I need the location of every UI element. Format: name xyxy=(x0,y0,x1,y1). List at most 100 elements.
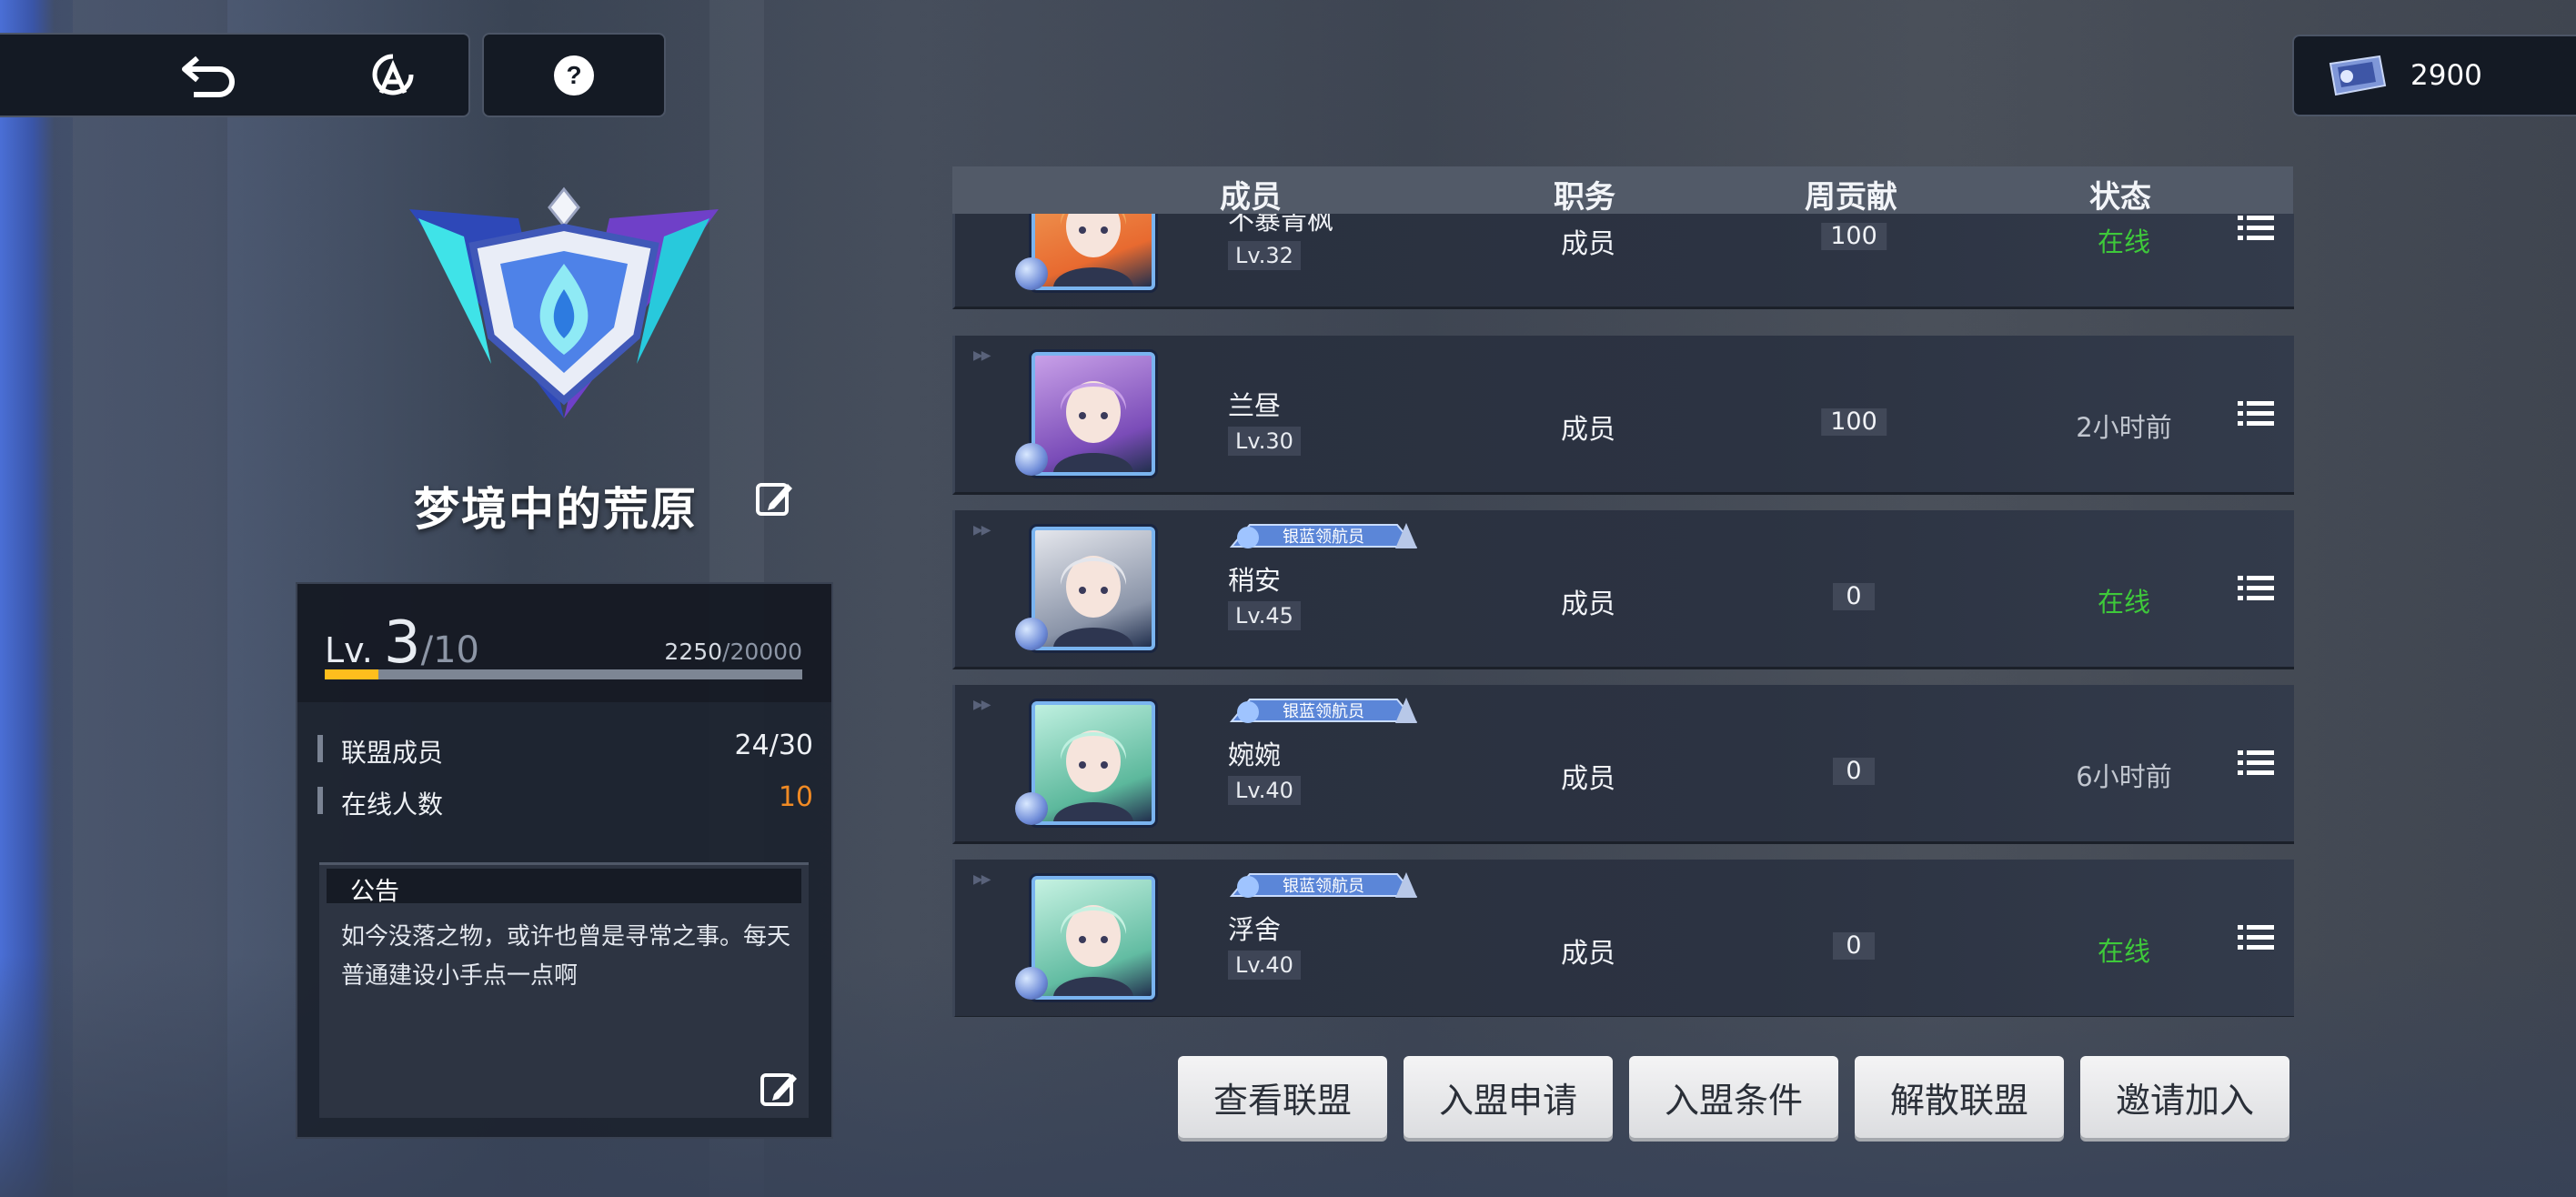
member-level: Lv.32 xyxy=(1228,241,1301,270)
list-menu-icon xyxy=(2238,925,2274,950)
avatar-portrait-icon xyxy=(1053,214,1133,287)
member-level: Lv.40 xyxy=(1228,776,1301,805)
level-block: Lv. 3/10 2250/20000 xyxy=(297,584,831,702)
edit-name-icon[interactable] xyxy=(755,478,795,518)
member-contribution: 0 xyxy=(1833,758,1875,785)
top-nav-bar xyxy=(0,33,470,117)
notice-box: 公告 如今没落之物，或许也曾是寻常之事。每天普通建设小手点一点啊 xyxy=(319,862,809,1118)
member-contribution: 0 xyxy=(1833,932,1875,960)
member-menu-button[interactable] xyxy=(2218,336,2294,492)
member-row[interactable]: ▶▶ 银蓝领航员 稍安 Lv.45 成员 0 在线 xyxy=(952,510,2294,669)
avatar-portrait-icon xyxy=(1053,730,1133,821)
member-avatar[interactable] xyxy=(1031,352,1155,476)
bubble-icon xyxy=(1015,967,1048,1000)
back-button[interactable] xyxy=(155,35,264,116)
stat-value: 24/30 xyxy=(734,729,813,761)
badge-text: 银蓝领航员 xyxy=(1283,877,1364,896)
member-menu-button[interactable] xyxy=(2218,860,2294,1016)
stat-marker xyxy=(317,787,323,814)
notice-title: 公告 xyxy=(350,878,399,906)
member-name: 稍安 xyxy=(1228,565,1282,596)
join-requests-button[interactable]: 入盟申请 xyxy=(1404,1056,1613,1138)
row-arrow-icon: ▶▶ xyxy=(973,348,991,363)
member-row[interactable]: ▶▶ 银蓝领航员 浮舍 Lv.40 成员 0 在线 xyxy=(952,860,2294,1017)
member-contribution: 0 xyxy=(1833,583,1875,610)
alliance-home-button[interactable] xyxy=(338,35,448,116)
member-row[interactable]: ▶▶不暴青枫Lv.32成员100在线 xyxy=(952,214,2294,309)
member-table-header: 成员 职务 周贡献 状态 xyxy=(952,166,2293,216)
stat-label: 在线人数 xyxy=(341,790,444,820)
currency-amount: 2900 xyxy=(2410,59,2482,92)
level-max: /10 xyxy=(420,629,479,671)
back-arrow-icon xyxy=(182,55,235,97)
member-menu-button[interactable] xyxy=(2218,510,2294,667)
list-menu-icon xyxy=(2238,750,2274,775)
help-icon: ? xyxy=(554,55,594,96)
invite-button[interactable]: 邀请加入 xyxy=(2080,1056,2289,1138)
avatar-portrait-icon xyxy=(1053,381,1133,472)
member-avatar[interactable] xyxy=(1031,214,1155,290)
alliance-emblem xyxy=(409,186,719,418)
stat-marker xyxy=(317,735,323,762)
badge-text: 银蓝领航员 xyxy=(1283,528,1364,547)
list-menu-icon xyxy=(2238,216,2274,240)
member-role: 成员 xyxy=(1561,763,1615,795)
member-row[interactable]: ▶▶ 银蓝领航员 婉婉 Lv.40 成员 0 6小时前 xyxy=(952,685,2294,844)
member-level: Lv.40 xyxy=(1228,951,1301,980)
bubble-icon xyxy=(1015,618,1048,650)
member-avatar[interactable] xyxy=(1031,527,1155,650)
notice-text: 如今没落之物，或许也曾是寻常之事。每天普通建设小手点一点啊 xyxy=(341,923,791,990)
level-value: 3 xyxy=(383,609,421,677)
header-status: 状态 xyxy=(2089,179,2151,216)
member-level: Lv.30 xyxy=(1228,427,1301,456)
alliance-info-panel: Lv. 3/10 2250/20000 联盟成员 24/30 在线人数 10 公… xyxy=(296,582,833,1139)
list-menu-icon xyxy=(2238,576,2274,600)
member-name: 婉婉 xyxy=(1228,739,1282,770)
member-role: 成员 xyxy=(1561,938,1615,970)
bubble-icon xyxy=(1015,792,1048,825)
member-role: 成员 xyxy=(1561,228,1615,260)
row-arrow-icon: ▶▶ xyxy=(973,698,991,712)
member-contribution: 100 xyxy=(1821,223,1887,250)
member-avatar[interactable] xyxy=(1031,876,1155,1000)
member-status: 在线 xyxy=(2097,587,2151,618)
disband-alliance-button[interactable]: 解散联盟 xyxy=(1855,1056,2064,1138)
alliance-name: 梦境中的荒原 xyxy=(414,483,698,536)
exp-max: /20000 xyxy=(722,639,802,665)
member-list[interactable]: ▶▶ 不暴青枫 Lv.32 成员 100 在线 ▶▶ 兰昼 Lv.30 成员 100 2小时前 ▶▶ 银蓝… xyxy=(952,214,2295,1017)
alliance-level: Lv. 3/10 xyxy=(325,609,479,677)
stat-online: 在线人数 10 xyxy=(317,780,813,820)
badge-text: 银蓝领航员 xyxy=(1283,702,1364,721)
bubble-icon xyxy=(1015,443,1048,476)
title-badge: 银蓝领航员 xyxy=(1229,698,1418,723)
member-status: 在线 xyxy=(2097,226,2151,257)
member-name: 兰昼 xyxy=(1228,390,1282,421)
member-level: Lv.45 xyxy=(1228,601,1301,630)
exp-progress-fill xyxy=(325,669,379,679)
stat-members: 联盟成员 24/30 xyxy=(317,728,813,768)
exp-current: 2250 xyxy=(664,639,723,665)
member-status: 2小时前 xyxy=(2076,412,2172,443)
member-menu-button[interactable] xyxy=(2218,685,2294,841)
avatar-portrait-icon xyxy=(1053,905,1133,996)
exp-progress-bar xyxy=(325,669,802,679)
row-arrow-icon: ▶▶ xyxy=(973,523,991,538)
edit-notice-icon[interactable] xyxy=(760,1069,800,1109)
currency-display[interactable]: 2900 xyxy=(2292,35,2576,116)
header-contribution: 周贡献 xyxy=(1805,179,1897,216)
stat-value: 10 xyxy=(778,781,813,813)
join-conditions-button[interactable]: 入盟条件 xyxy=(1629,1056,1838,1138)
svg-text:?: ? xyxy=(566,61,581,89)
header-role: 职务 xyxy=(1554,179,1615,216)
member-name: 不暴青枫 xyxy=(1228,214,1334,236)
help-button[interactable]: ? xyxy=(482,33,666,117)
member-contribution: 100 xyxy=(1821,408,1887,436)
view-alliance-button[interactable]: 查看联盟 xyxy=(1178,1056,1387,1138)
alliance-emblem-icon xyxy=(372,54,414,95)
title-badge: 银蓝领航员 xyxy=(1229,872,1418,898)
bubble-icon xyxy=(1015,257,1048,290)
member-row[interactable]: ▶▶ 兰昼 Lv.30 成员 100 2小时前 xyxy=(952,336,2294,495)
exp-text: 2250/20000 xyxy=(664,639,802,665)
member-avatar[interactable] xyxy=(1031,701,1155,825)
member-menu-button[interactable] xyxy=(2218,214,2294,307)
